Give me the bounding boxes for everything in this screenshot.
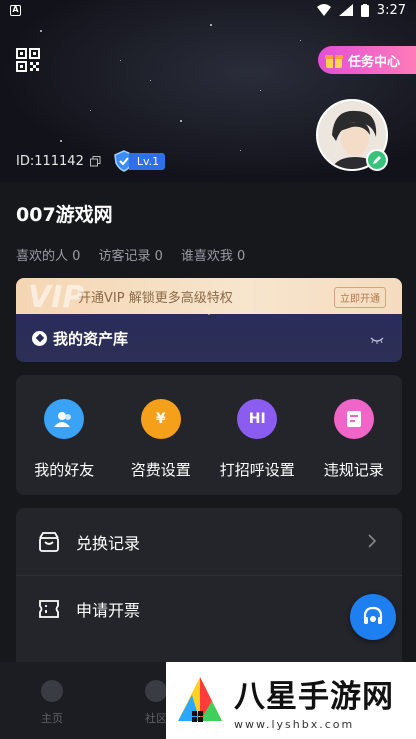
signal-icon — [338, 4, 353, 16]
headset-icon — [363, 606, 383, 624]
username: 007游戏网 — [16, 204, 113, 226]
asset-icon — [32, 330, 47, 346]
vip-card: VIP 开通VIP 解锁更多高级特权 立即开通 我的资产库 — [16, 278, 402, 362]
home-icon — [41, 680, 63, 702]
redeem-icon — [39, 531, 59, 552]
profile-header: 任务中心 ID:111142 Lv.1 — [0, 0, 416, 182]
qr-code-icon[interactable] — [16, 48, 40, 72]
asset-library-label: 我的资产库 — [53, 329, 129, 348]
vip-notch — [202, 308, 216, 315]
wifi-icon — [316, 4, 331, 16]
tool-violation-records[interactable]: 违规记录 — [309, 399, 399, 495]
eye-closed-icon[interactable] — [370, 336, 384, 344]
status-time: 3:27 — [376, 2, 406, 18]
profile-stats: 喜欢的人 0 访客记录 0 谁喜欢我 0 — [16, 245, 245, 264]
tab-label: 主页 — [41, 712, 63, 725]
user-id-row: ID:111142 Lv.1 — [16, 150, 166, 172]
tab-label: 社区 — [145, 712, 167, 725]
vip-promo-text: 开通VIP 解锁更多高级特权 — [78, 290, 233, 306]
site-watermark: 八星手游网 www.lyshbx.com — [166, 662, 416, 739]
customer-service-button[interactable] — [350, 594, 396, 640]
list-item-label: 兑换记录 — [76, 533, 141, 553]
yen-icon: ¥ — [140, 399, 181, 439]
asset-library-row[interactable]: 我的资产库 — [16, 314, 402, 362]
stat-visitors[interactable]: 访客记录 0 — [98, 245, 162, 264]
app-notification-icon: A — [10, 4, 21, 16]
list-item-label: 申请开票 — [76, 601, 141, 620]
tool-label: 咨费设置 — [130, 461, 191, 479]
tool-label: 打招呼设置 — [219, 461, 295, 479]
friends-icon — [44, 399, 85, 439]
user-id: ID:111142 — [16, 153, 84, 169]
task-center-button[interactable]: 任务中心 — [318, 46, 416, 74]
tool-label: 我的好友 — [34, 461, 95, 479]
stat-liked-by[interactable]: 谁喜欢我 0 — [181, 245, 245, 264]
vip-open-button[interactable]: 立即开通 — [334, 287, 386, 308]
vip-promo-banner[interactable]: VIP 开通VIP 解锁更多高级特权 立即开通 — [16, 278, 402, 315]
watermark-url: www.lyshbx.com — [234, 717, 355, 731]
tool-greeting-settings[interactable]: HI 打招呼设置 — [212, 399, 302, 495]
battery-icon — [360, 3, 369, 17]
level-label: Lv.1 — [128, 152, 166, 170]
list-item-apply-invoice[interactable]: 申请开票 — [16, 575, 402, 642]
edit-avatar-button[interactable] — [366, 149, 388, 171]
pencil-icon — [373, 156, 381, 164]
record-icon — [333, 399, 374, 439]
stat-likes[interactable]: 喜欢的人 0 — [16, 245, 80, 264]
invoice-icon — [39, 600, 59, 618]
watermark-logo-icon — [178, 676, 222, 722]
gift-icon — [325, 55, 343, 68]
list-item-redeem-records[interactable]: 兑换记录 — [16, 508, 402, 575]
planet-icon — [145, 680, 167, 702]
tool-friends[interactable]: 我的好友 — [19, 399, 109, 495]
task-center-label: 任务中心 — [348, 54, 401, 70]
tab-home[interactable]: 主页 — [0, 662, 104, 739]
tool-fee-settings[interactable]: ¥ 咨费设置 — [116, 399, 206, 495]
chevron-right-icon — [368, 534, 376, 548]
status-bar: A 3:27 — [0, 0, 416, 20]
copy-icon[interactable] — [89, 155, 101, 167]
settings-list: 兑换记录 申请开票 — [16, 508, 402, 668]
watermark-title: 八星手游网 — [234, 678, 394, 715]
level-badge: Lv.1 — [113, 150, 166, 172]
hi-icon: HI — [237, 399, 278, 439]
quick-tools: 我的好友 ¥ 咨费设置 HI 打招呼设置 违规记录 — [16, 375, 402, 495]
vip-watermark: VIP — [28, 280, 85, 315]
tool-label: 违规记录 — [323, 461, 384, 479]
